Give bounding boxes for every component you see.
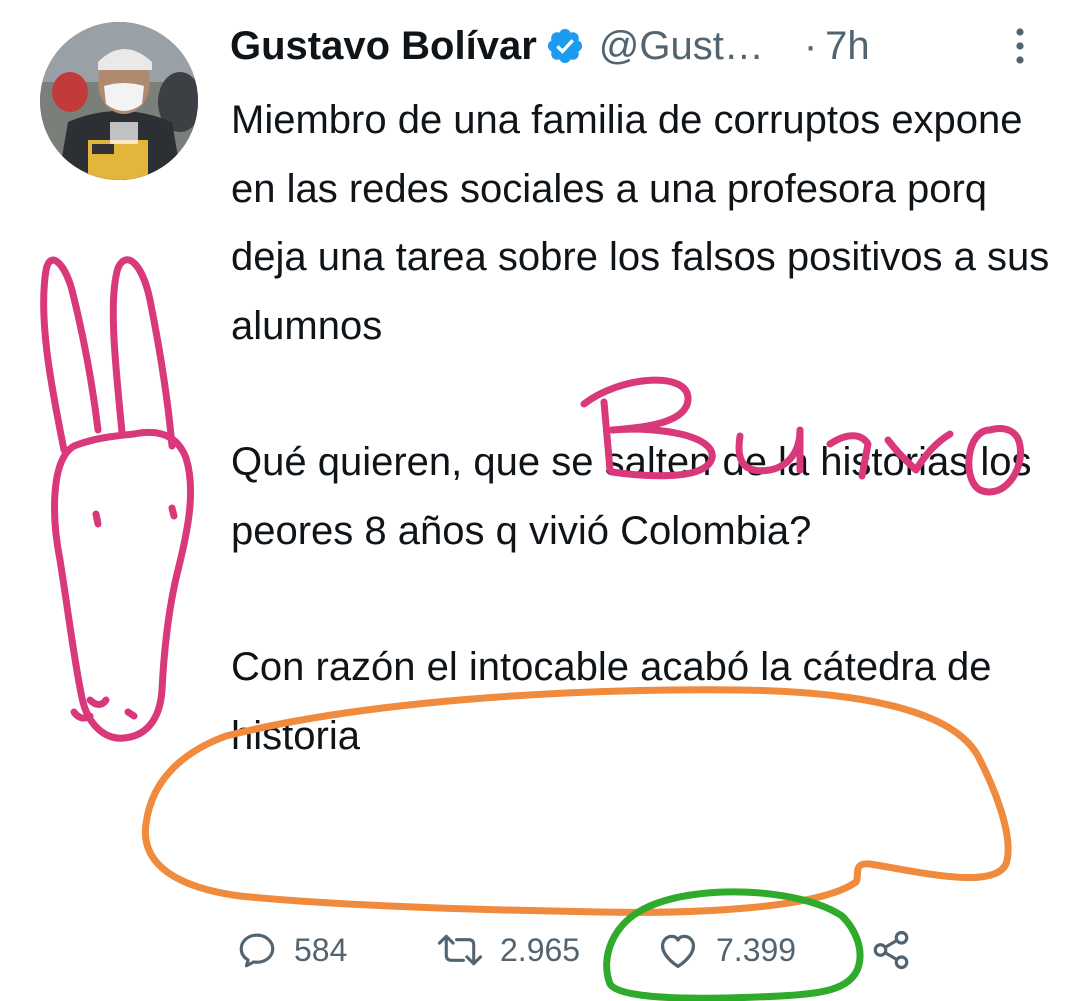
tweet[interactable]: Gustavo Bolívar @Gust… · 7h Miembro de u… [0,0,1080,1001]
retweet-button[interactable]: 2.965 [436,924,580,976]
more-vertical-icon[interactable] [1006,24,1034,68]
like-button[interactable]: 7.399 [656,924,796,976]
avatar-photo [40,22,198,180]
reply-count: 584 [294,931,348,968]
share-icon [873,930,909,970]
avatar[interactable] [40,22,198,180]
tweet-text: Miembro de una familia de corruptos expo… [231,86,1051,770]
display-name[interactable]: Gustavo Bolívar [230,24,537,69]
retweet-count: 2.965 [500,931,581,968]
tweet-paragraph: Qué quieren, que se salten de la histori… [231,440,1032,553]
reply-button[interactable]: 584 [236,924,347,976]
like-count: 7.399 [716,931,797,968]
tweet-timestamp[interactable]: 7h [825,24,870,69]
tweet-actions: 584 2.965 7.399 [236,924,936,976]
tweet-header: Gustavo Bolívar @Gust… · 7h [230,16,870,76]
heart-icon [660,934,696,968]
reply-icon [239,933,275,968]
verified-badge-icon [545,26,585,66]
tweet-paragraph: Miembro de una familia de corruptos expo… [231,98,1050,348]
tweet-paragraph: Con razón el intocable acabó la cátedra … [231,645,992,758]
retweet-icon [437,934,483,966]
donkey-drawing [40,256,195,742]
user-handle[interactable]: @Gust… [599,24,764,69]
share-button[interactable] [870,924,912,976]
separator-dot: · [803,23,818,68]
